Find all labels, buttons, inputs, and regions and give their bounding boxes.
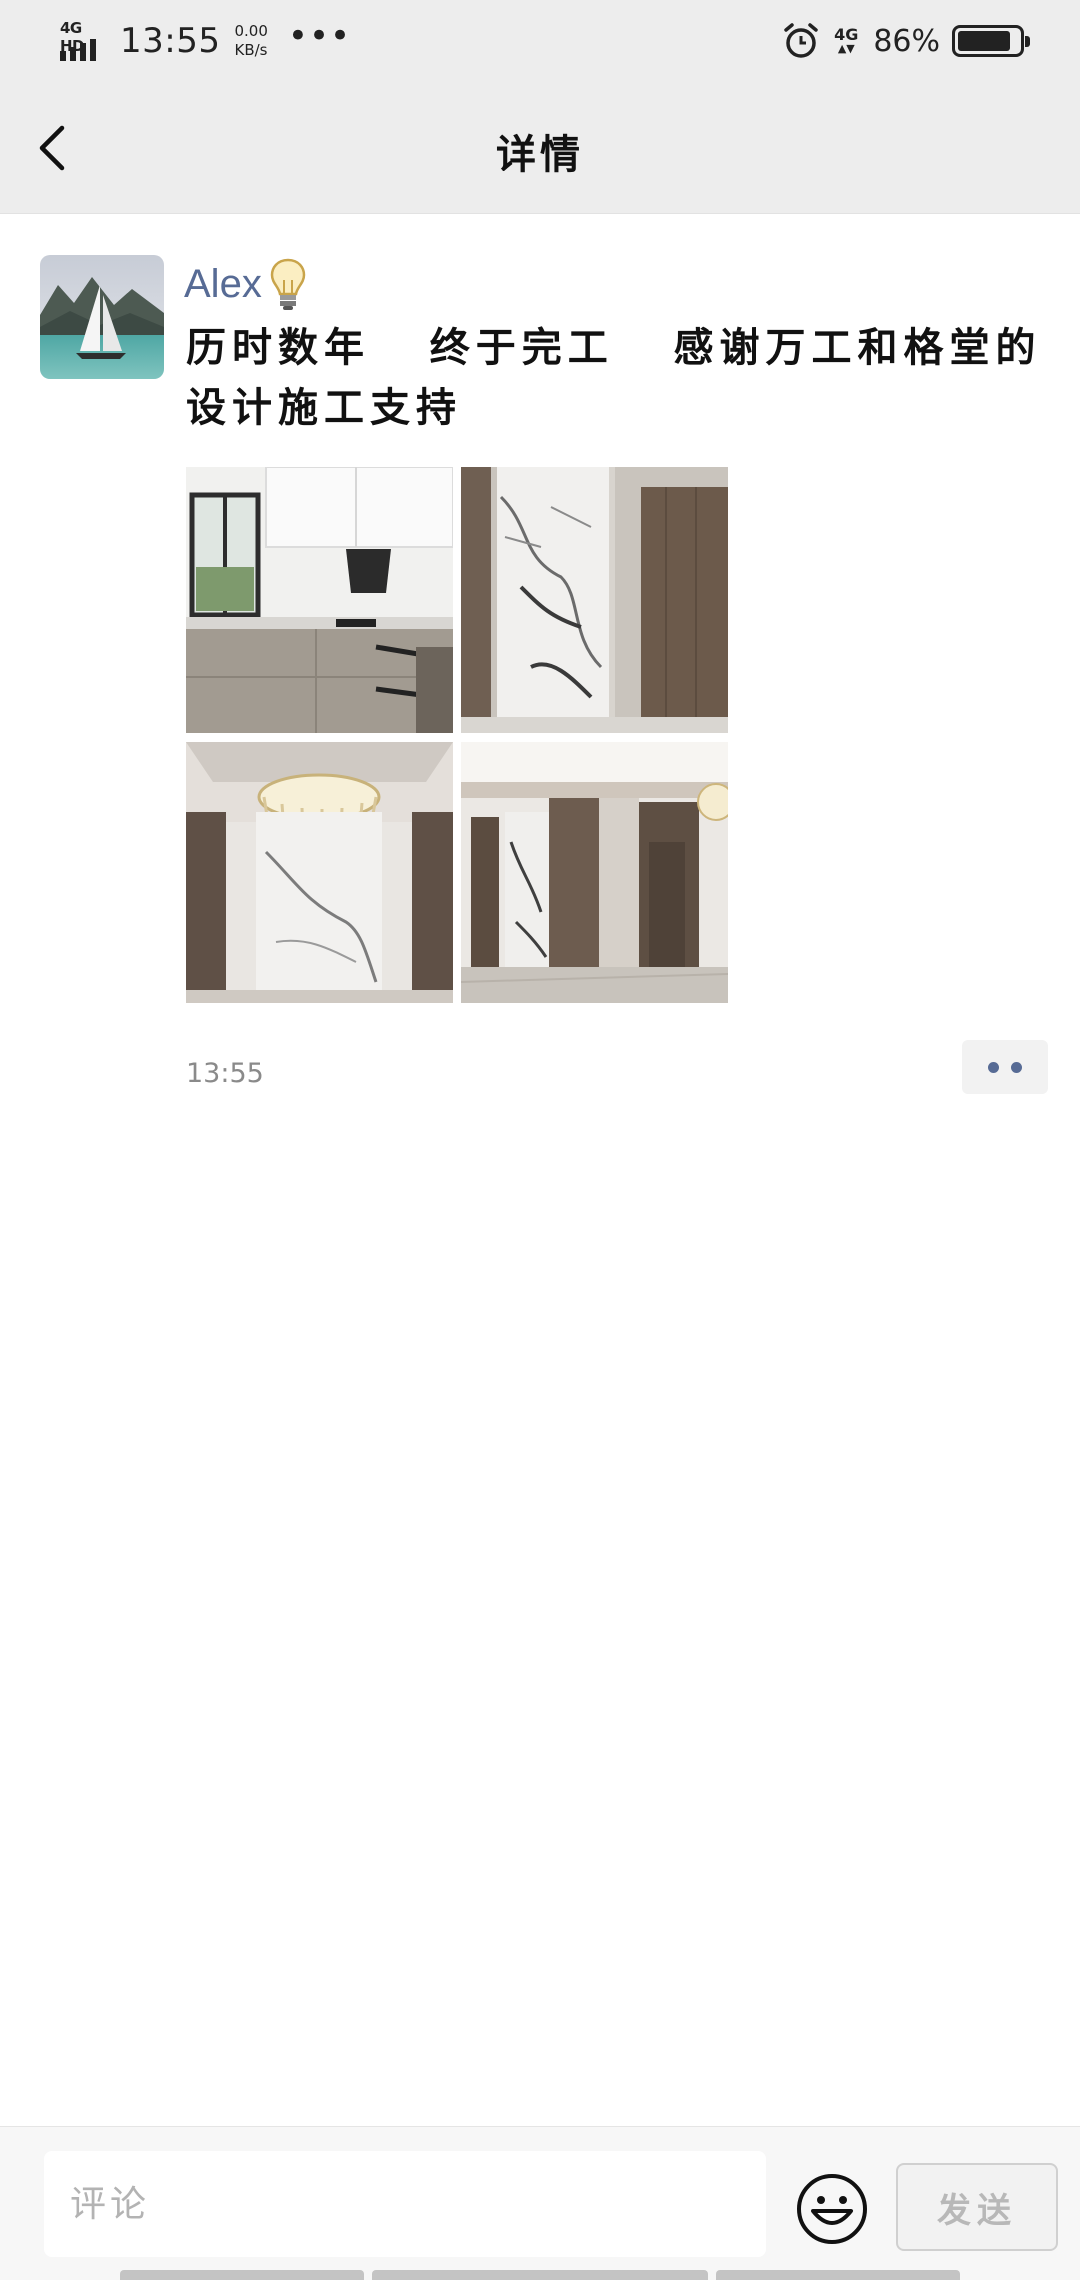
- battery-level-fill: [958, 31, 1010, 51]
- chandelier-wall-image: [186, 742, 453, 1003]
- title-bar: 详情: [0, 82, 1080, 214]
- nav-indicator-left: [120, 2270, 364, 2280]
- photo-hallway[interactable]: [461, 742, 728, 1003]
- photo-marble-wall[interactable]: [461, 467, 728, 733]
- mobile-network-type: 4G: [834, 25, 859, 44]
- status-time: 13:55: [120, 21, 221, 61]
- nav-indicator-center: [372, 2270, 708, 2280]
- send-button[interactable]: 发送: [896, 2163, 1058, 2251]
- avatar[interactable]: [40, 255, 164, 379]
- battery-icon: [952, 25, 1030, 57]
- network-speed: 0.00 KB/s: [234, 22, 267, 60]
- status-left: 4G HD 13:55 0.00 KB/s •••: [58, 14, 351, 68]
- more-actions-button[interactable]: [962, 1040, 1048, 1094]
- marble-wall-image: [461, 467, 728, 733]
- comment-input[interactable]: [44, 2151, 766, 2257]
- author-name[interactable]: Alex: [184, 262, 262, 307]
- status-bar: 4G HD 13:55 0.00 KB/s ••• 4G ▲▼ 86%: [0, 0, 1080, 82]
- signal-icon: 4G HD: [58, 19, 106, 63]
- photo-grid: [186, 467, 728, 1003]
- more-dots-icon: [1011, 1061, 1022, 1073]
- status-right: 4G ▲▼ 86%: [781, 14, 1030, 68]
- page-title: 详情: [496, 132, 584, 178]
- photo-kitchen[interactable]: [186, 467, 453, 733]
- author-row[interactable]: Alex: [184, 255, 308, 313]
- speed-value: 0.00: [234, 22, 268, 40]
- alarm-icon: [784, 23, 819, 58]
- status-more-icon: •••: [287, 16, 352, 56]
- more-dots-icon: [988, 1061, 999, 1073]
- hallway-image: [461, 742, 728, 1003]
- data-arrows-icon: ▲▼: [837, 42, 855, 55]
- kitchen-image: [186, 467, 453, 733]
- nav-indicator-right: [716, 2270, 960, 2280]
- battery-percent: 86%: [873, 23, 940, 59]
- speed-unit: KB/s: [234, 41, 268, 59]
- sailboat-avatar-image: [40, 255, 164, 379]
- mobile-data-indicator: 4G ▲▼: [831, 27, 861, 55]
- photo-chandelier-wall[interactable]: [186, 742, 453, 1003]
- post-time: 13:55: [186, 1058, 264, 1089]
- smiley-icon[interactable]: [794, 2171, 870, 2247]
- lightbulb-icon: [270, 258, 306, 310]
- comment-bar: 发送: [0, 2126, 1080, 2280]
- post-text: 历时数年 终于完工 感谢万工和格堂的设计施工支持: [186, 324, 1042, 431]
